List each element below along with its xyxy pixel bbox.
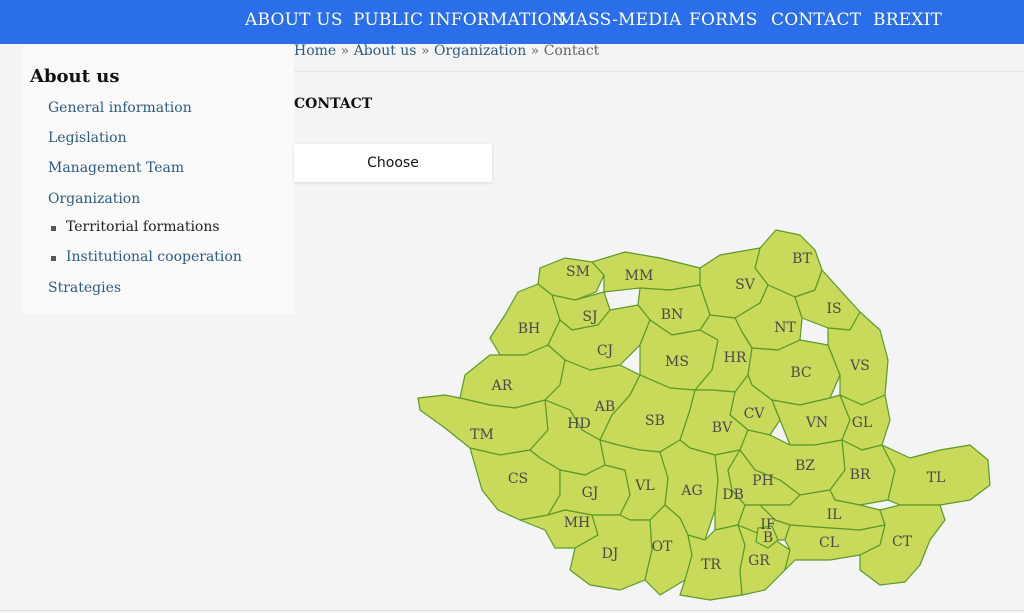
county-label-AG: AG [680,483,702,499]
county-label-BV: BV [712,420,733,436]
county-label-CS: CS [508,471,528,487]
county-label-MM: MM [625,268,654,284]
county-label-CJ: CJ [597,343,613,359]
county-label-HR: HR [724,350,747,366]
county-label-VN: VN [805,415,828,431]
county-label-PH: PH [752,473,774,489]
county-label-B: B [763,530,773,546]
romania-county-map: SM MM BT SV IS BN NT BH SJ CJ MS HR BC V… [417,229,991,601]
county-label-SJ: SJ [582,309,597,325]
county-label-SV: SV [735,277,756,293]
county-label-CV: CV [744,406,766,422]
county-label-OT: OT [652,539,673,555]
county-label-TM: TM [470,427,494,443]
county-label-CL: CL [819,535,839,551]
county-label-AR: AR [491,378,513,394]
county-label-SB: SB [645,413,665,429]
footer-divider [0,610,1024,611]
county-label-VL: VL [634,478,654,494]
county-label-DJ: DJ [602,546,619,562]
county-label-GR: GR [748,553,770,569]
county-label-BT: BT [792,251,812,267]
county-label-BC: BC [790,365,811,381]
county-label-NT: NT [774,320,796,336]
county-label-DB: DB [722,487,744,503]
county-label-IS: IS [826,301,841,317]
county-label-MS: MS [665,354,689,370]
county-label-MH: MH [564,515,591,531]
county-label-TL: TL [927,470,946,486]
county-label-SM: SM [566,264,590,280]
county-label-BH: BH [518,321,541,337]
county-label-CT: CT [892,534,913,550]
county-label-HD: HD [567,416,590,432]
county-label-AB: AB [594,399,615,415]
county-label-BN: BN [661,307,684,323]
county-TM[interactable] [417,394,549,456]
county-label-VS: VS [849,358,870,374]
county-label-BZ: BZ [795,458,815,474]
county-label-GL: GL [852,415,872,431]
county-label-GJ: GJ [582,485,599,501]
county-label-TR: TR [701,557,721,573]
county-label-BR: BR [850,467,871,483]
county-label-IL: IL [827,507,842,523]
